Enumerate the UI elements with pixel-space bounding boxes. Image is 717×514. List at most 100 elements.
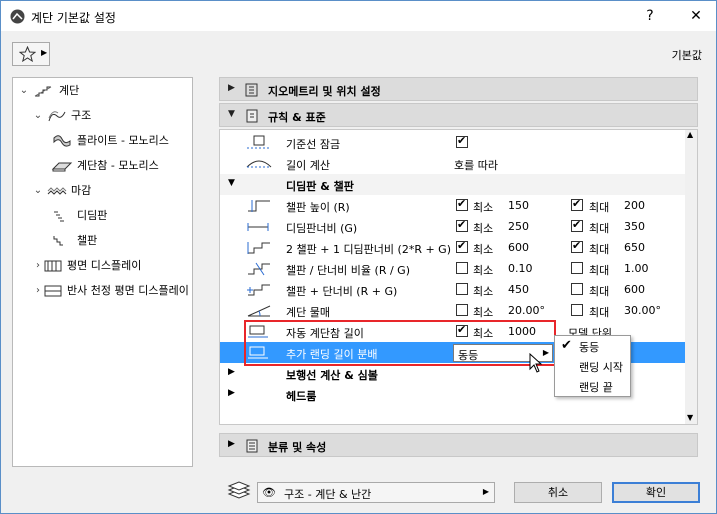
length-calc-icon: [246, 160, 272, 168]
chevron-right-icon[interactable]: ▶: [228, 83, 235, 93]
rules-icon: [246, 109, 258, 123]
ok-button[interactable]: 확인: [612, 482, 700, 503]
mouse-cursor-icon: [529, 353, 543, 373]
limit-label: 2 챌판 + 1 디딤판너비 (2*R + G): [286, 243, 451, 256]
max-label: 최대: [589, 264, 610, 277]
max-value[interactable]: 30.00°: [624, 304, 661, 317]
length-calc-value[interactable]: 호를 따라: [454, 157, 498, 173]
chevron-down-icon[interactable]: ⌄: [17, 80, 31, 102]
min-value[interactable]: 0.10: [508, 262, 533, 275]
group-label: 보행선 계산 & 심볼: [286, 369, 378, 382]
max-label: 최대: [589, 285, 610, 298]
min-checkbox[interactable]: [456, 197, 468, 211]
chevron-down-icon[interactable]: ▼: [228, 109, 235, 119]
tree-item-riser[interactable]: 챌판: [13, 230, 192, 252]
tree-item-landing[interactable]: 계단참 - 모노리스: [13, 155, 192, 177]
max-value[interactable]: 650: [624, 241, 645, 254]
chevron-right-icon[interactable]: ▶: [228, 439, 235, 449]
max-value[interactable]: 1.00: [624, 262, 649, 275]
min-checkbox[interactable]: [456, 218, 468, 232]
max-checkbox[interactable]: [571, 197, 583, 211]
tree-item-tread[interactable]: 디딤판: [13, 205, 192, 227]
pitch-icon: [247, 305, 271, 317]
chevron-right-icon[interactable]: ▶: [228, 388, 235, 398]
min-value[interactable]: 20.00°: [508, 304, 545, 317]
chevron-down-icon[interactable]: ⌄: [31, 180, 45, 202]
min-checkbox[interactable]: [456, 239, 468, 253]
ratio-row: 챌판 / 단너비 비율 (R / G) 최소 0.10 최대 1.00: [220, 258, 686, 279]
scroll-up-icon[interactable]: ▲: [687, 130, 693, 139]
min-value[interactable]: 150: [508, 199, 529, 212]
limit-label: 챌판 / 단너비 비율 (R / G): [286, 264, 410, 277]
min-label: 최소: [473, 306, 494, 319]
menu-item-landing-start[interactable]: 랜딩 시작: [579, 359, 623, 375]
tree-item-label: 반사 천정 평면 디스플레이: [67, 284, 189, 297]
limit-label: 챌판 높이 (R): [286, 201, 350, 214]
cancel-button[interactable]: 취소: [514, 482, 602, 503]
tree-item-structure[interactable]: ⌄ 구조: [13, 105, 192, 127]
star-icon: [19, 46, 36, 62]
tree-item-flight[interactable]: 플라이트 - 모노리스: [13, 130, 192, 152]
structure-icon: [48, 111, 66, 122]
landing-icon: [51, 162, 73, 172]
scrollbar[interactable]: ▲ ▼: [685, 130, 697, 424]
max-checkbox[interactable]: [571, 218, 583, 232]
min-checkbox[interactable]: [456, 304, 468, 316]
layer-dropdown[interactable]: 👁 구조 - 계단 & 난간 ▶: [257, 482, 495, 503]
chevron-down-icon[interactable]: ⌄: [31, 105, 45, 127]
tree-item-stair[interactable]: ⌄ 계단: [13, 80, 192, 102]
favorites-button[interactable]: ▶: [12, 42, 50, 66]
length-calc-row: 길이 계산 호를 따라: [220, 153, 686, 174]
riser-height-icon: [248, 200, 270, 212]
chevron-down-icon[interactable]: ▼: [228, 178, 235, 188]
tree-item-finish[interactable]: ⌄ 마감: [13, 180, 192, 202]
max-value[interactable]: 200: [624, 199, 645, 212]
close-button[interactable]: ✕: [684, 5, 708, 27]
favorites-chevron-icon: ▶: [41, 48, 48, 57]
title-bar: 계단 기본값 설정 ? ✕: [1, 1, 716, 31]
tree-item-label: 디딤판: [77, 209, 108, 222]
tread-riser-group[interactable]: ▼ 디딤판 & 챌판: [220, 174, 686, 195]
layer-value: 구조 - 계단 & 난간: [284, 488, 372, 501]
limit-label: 챌판 + 단너비 (R + G): [286, 285, 398, 298]
min-label: 최소: [473, 201, 494, 214]
min-value[interactable]: 600: [508, 241, 529, 254]
sum-icon: [247, 284, 270, 296]
settings-tree: ⌄ 계단 ⌄ 구조 플라이트 - 모노리스 계단참 - 모노리스 ⌄ 마감 디딤…: [12, 77, 193, 467]
highlight-box: [244, 320, 556, 366]
max-checkbox[interactable]: [571, 262, 583, 274]
max-checkbox[interactable]: [571, 283, 583, 295]
section-classification[interactable]: ▶ 분류 및 속성: [219, 433, 698, 457]
section-rules[interactable]: ▼ 규칙 & 표준: [219, 103, 698, 127]
step-rule-row: 2 챌판 + 1 디딤판너비 (2*R + G) 최소 600 최대 650: [220, 237, 686, 258]
min-checkbox[interactable]: [456, 262, 468, 274]
tread-icon: [54, 211, 64, 222]
min-value[interactable]: 450: [508, 283, 529, 296]
finish-icon: [47, 187, 67, 195]
chevron-right-icon[interactable]: ▶: [228, 367, 235, 377]
baseline-lock-label: 기준선 잠금: [286, 138, 341, 151]
tree-item-floor-plan[interactable]: › 평면 디스플레이: [13, 255, 192, 277]
max-checkbox[interactable]: [571, 239, 583, 253]
tread-width-row: 디딤판너비 (G) 최소 250 최대 350: [220, 216, 686, 237]
menu-item-landing-end[interactable]: 랜딩 끝: [579, 379, 613, 395]
riser-height-row: 챌판 높이 (R) 최소 150 최대 200: [220, 195, 686, 216]
scroll-down-icon[interactable]: ▼: [687, 413, 693, 422]
menu-item-equal[interactable]: 동등: [579, 339, 599, 355]
settings-panel: ▶ 지오메트리 및 위치 설정 ▼ 규칙 & 표준 기준선 잠금 길이 계산 호…: [219, 77, 698, 467]
max-checkbox[interactable]: [571, 304, 583, 316]
section-geometry[interactable]: ▶ 지오메트리 및 위치 설정: [219, 77, 698, 101]
max-value[interactable]: 600: [624, 283, 645, 296]
layers-icon: [227, 481, 251, 499]
min-label: 최소: [473, 285, 494, 298]
tree-item-ceiling-plan[interactable]: › 반사 천정 평면 디스플레이: [13, 280, 192, 302]
help-button[interactable]: ?: [638, 5, 662, 27]
classification-icon: [246, 439, 258, 453]
min-value[interactable]: 250: [508, 220, 529, 233]
checkmark-icon: ✔: [561, 338, 572, 353]
section-label: 지오메트리 및 위치 설정: [268, 85, 381, 98]
baseline-lock-checkbox[interactable]: [456, 134, 468, 148]
tree-item-label: 플라이트 - 모노리스: [77, 134, 169, 147]
max-value[interactable]: 350: [624, 220, 645, 233]
min-checkbox[interactable]: [456, 283, 468, 295]
